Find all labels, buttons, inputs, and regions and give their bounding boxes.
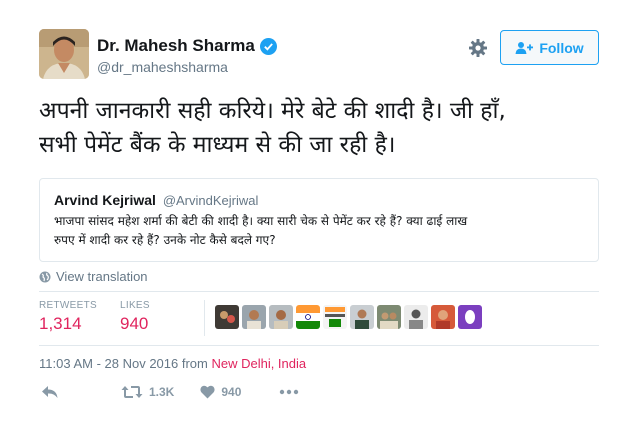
view-translation-link[interactable]: View translation	[39, 269, 148, 284]
verified-badge-icon	[259, 37, 277, 55]
quoted-tweet-line: रुपए में शादी कर रहे हैं? उनके नोट कैसे …	[54, 233, 276, 247]
tweet-text-line: सभी पेमेंट बैंक के माध्यम से की जा रही ह…	[39, 132, 396, 158]
reply-button[interactable]	[41, 385, 59, 399]
likes-stat[interactable]: LIKES 940	[120, 300, 150, 334]
add-user-icon	[515, 41, 534, 54]
likes-label: LIKES	[120, 300, 150, 311]
likes-count[interactable]: 940	[120, 314, 150, 334]
tweet-time[interactable]: 11:03 AM - 28 Nov 2016 from	[39, 356, 211, 371]
retweet-button[interactable]: 1.3K	[121, 385, 174, 399]
view-translation-label[interactable]: View translation	[56, 269, 148, 284]
quoted-tweet[interactable]: Arvind Kejriwal @ArvindKejriwal भाजपा सा…	[39, 178, 599, 262]
quoted-tweet-text: भाजपा सांसद महेश शर्मा की बेटी की शादी ह…	[54, 212, 584, 250]
quoted-author-handle[interactable]: @ArvindKejriwal	[163, 193, 259, 208]
globe-icon	[39, 271, 51, 282]
liker-avatar[interactable]	[269, 305, 293, 329]
quoted-author-name[interactable]: Arvind Kejriwal	[54, 192, 156, 208]
quoted-tweet-line: भाजपा सांसद महेश शर्मा की बेटी की शादी ह…	[54, 214, 468, 228]
liker-avatar[interactable]	[377, 305, 401, 329]
tweet-timestamp: 11:03 AM - 28 Nov 2016 from New Delhi, I…	[39, 356, 306, 371]
gear-icon[interactable]	[468, 38, 488, 58]
heart-icon	[200, 385, 215, 399]
liker-avatar[interactable]	[296, 305, 320, 329]
retweet-icon	[121, 386, 143, 398]
liker-avatar[interactable]	[323, 305, 347, 329]
like-count: 940	[221, 385, 242, 399]
more-dots-icon	[280, 389, 299, 395]
liker-avatar[interactable]	[404, 305, 428, 329]
author-name-text[interactable]: Dr. Mahesh Sharma	[97, 36, 255, 56]
retweets-label: RETWEETS	[39, 300, 97, 311]
tweet-actions: 1.3K 940	[39, 385, 299, 399]
liker-avatar[interactable]	[431, 305, 455, 329]
follow-button-label: Follow	[539, 39, 584, 56]
author-name[interactable]: Dr. Mahesh Sharma	[97, 36, 277, 56]
retweets-stat[interactable]: RETWEETS 1,314	[39, 300, 97, 334]
tweet-text-line: अपनी जानकारी सही करिये। मेरे बेटे की शाद…	[39, 98, 506, 124]
divider	[39, 345, 599, 346]
liker-avatar[interactable]	[242, 305, 266, 329]
tweet-location[interactable]: New Delhi, India	[211, 356, 306, 371]
retweets-count[interactable]: 1,314	[39, 314, 97, 334]
divider	[39, 291, 599, 292]
author-avatar[interactable]	[39, 29, 89, 79]
follow-button[interactable]: Follow	[500, 30, 599, 65]
retweet-count: 1.3K	[149, 385, 175, 399]
reply-icon	[42, 386, 58, 398]
liker-avatar[interactable]	[215, 305, 239, 329]
liker-avatar[interactable]	[350, 305, 374, 329]
liker-avatars	[215, 305, 482, 329]
author-handle[interactable]: @dr_maheshsharma	[97, 59, 228, 75]
tweet-text: अपनी जानकारी सही करिये। मेरे बेटे की शाद…	[39, 94, 619, 162]
more-button[interactable]	[279, 389, 299, 395]
like-button[interactable]: 940	[200, 385, 241, 399]
divider	[204, 300, 205, 336]
liker-avatar[interactable]	[458, 305, 482, 329]
